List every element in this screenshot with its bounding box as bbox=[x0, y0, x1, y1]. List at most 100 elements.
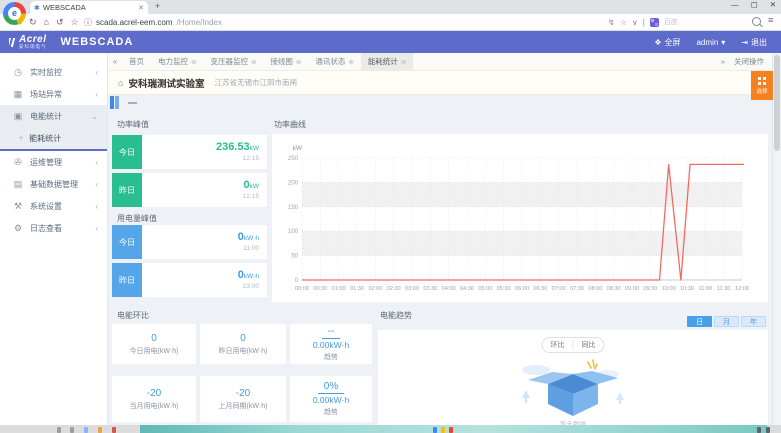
svg-text:02:00: 02:00 bbox=[368, 286, 382, 292]
sidebar-item-label: 实时监控 bbox=[30, 67, 62, 78]
browser-addressbar: ‹ › ↻ ⌂ ↺ ☆ ⓘ scada.acrel-eem.com/Home/I… bbox=[0, 14, 781, 31]
power-curve-chart: kW05010015020025000:0000:3001:0001:3002:… bbox=[272, 134, 768, 302]
url-field[interactable]: ⓘ scada.acrel-eem.com/Home/Index bbox=[84, 15, 222, 29]
tab-close-icon[interactable]: ⊗ bbox=[348, 58, 353, 66]
favorite-star-icon[interactable]: ☆ bbox=[620, 18, 627, 27]
range-button-年[interactable]: 年 bbox=[741, 316, 766, 327]
toggle-mom[interactable]: 环比 bbox=[543, 340, 573, 350]
energy-trend-title: 电能趋势 bbox=[380, 310, 412, 321]
tab-close-icon[interactable]: ⊗ bbox=[401, 58, 406, 66]
chevron-icon: ‹ bbox=[95, 202, 98, 211]
site-info-icon[interactable]: ⓘ bbox=[84, 17, 92, 28]
tab-close-icon[interactable]: ⊗ bbox=[191, 58, 196, 66]
fullscreen-button[interactable]: ❖ 全屏 bbox=[654, 37, 680, 48]
tab-wiring-diagram[interactable]: 接线图⊗ bbox=[263, 53, 308, 70]
tab-transformer-monitor[interactable]: 变压器监控⊗ bbox=[203, 53, 263, 70]
tab-communication-status[interactable]: 通讯状态⊗ bbox=[308, 53, 360, 70]
tab-power-monitor[interactable]: 电力监控⊗ bbox=[151, 53, 203, 70]
extension-icon[interactable] bbox=[650, 18, 659, 27]
tab-energy-consumption[interactable]: 能耗统计⊗ bbox=[361, 53, 413, 70]
tab-home[interactable]: 首页 bbox=[122, 53, 151, 70]
tabs-scroll-left-icon[interactable]: « bbox=[108, 53, 122, 70]
sidebar-item-station-abnormal[interactable]: ▦场站异常‹ bbox=[0, 83, 107, 105]
ratio-card-3: -20当月用电(kW·h) bbox=[112, 376, 196, 422]
ratio-label: 昨日用电(kW·h) bbox=[219, 346, 268, 356]
svg-text:03:00: 03:00 bbox=[405, 286, 419, 292]
svg-text:07:00: 07:00 bbox=[552, 286, 566, 292]
svg-text:0: 0 bbox=[295, 278, 299, 284]
browser-logo-icon[interactable]: e bbox=[3, 2, 26, 25]
close-operations-menu[interactable]: 关闭操作 bbox=[734, 56, 764, 67]
ratio-value: -20 bbox=[236, 388, 250, 399]
reload-icon[interactable]: ↻ bbox=[29, 17, 37, 28]
svg-text:100: 100 bbox=[288, 229, 299, 235]
page-scrollbar[interactable] bbox=[772, 53, 781, 425]
svg-text:kW: kW bbox=[293, 145, 303, 152]
url-path: /Home/Index bbox=[176, 18, 221, 27]
flash-plugin-icon[interactable]: ↯ bbox=[608, 18, 615, 27]
site-name: 安科瑞测试实验室 bbox=[128, 76, 204, 90]
user-menu[interactable]: admin ▾ bbox=[696, 38, 725, 47]
fullscreen-label: 全屏 bbox=[664, 37, 680, 48]
power-peak-card-today: 今日236.53kW12:15 bbox=[112, 135, 267, 169]
peak-unit: kW·h bbox=[244, 235, 259, 242]
browser-tab[interactable]: ✱ WEBSCADA ✕ bbox=[30, 1, 148, 14]
tab-label: 首页 bbox=[129, 56, 144, 67]
logo-subtext: 安科瑞电气 bbox=[19, 45, 47, 50]
screen: e ✱ WEBSCADA ✕ + — ▢ ✕ ‹ › ↻ ⌂ ↺ ☆ ⓘ sca… bbox=[0, 0, 781, 433]
sidebar-item-log-view[interactable]: ⚙日志查看‹ bbox=[0, 217, 107, 239]
browser-tabstrip: e ✱ WEBSCADA ✕ + — ▢ ✕ bbox=[0, 0, 781, 14]
window-maximize-button[interactable]: ▢ bbox=[751, 0, 758, 9]
fullscreen-icon: ❖ bbox=[654, 38, 661, 47]
breadcrumb: ⌂ 安科瑞测试实验室 江苏省无锡市江阴市南闸 bbox=[108, 71, 772, 95]
range-button-月[interactable]: 月 bbox=[714, 316, 739, 327]
sidebar-item-realtime-monitor[interactable]: ◷实时监控‹ bbox=[0, 61, 107, 83]
peak-unit: kW·h bbox=[244, 273, 259, 280]
range-button-日[interactable]: 日 bbox=[687, 316, 712, 327]
history-icon[interactable]: ↺ bbox=[56, 17, 64, 28]
toggle-yoy[interactable]: 同比 bbox=[573, 340, 604, 350]
tab-label: 接线图 bbox=[270, 56, 293, 67]
new-tab-button[interactable]: + bbox=[155, 1, 160, 11]
window-minimize-button[interactable]: — bbox=[731, 0, 739, 9]
peak-time: 12:15 bbox=[243, 193, 259, 200]
search-icon[interactable] bbox=[752, 17, 761, 26]
tabbar-spacer bbox=[413, 53, 721, 70]
menu-icon[interactable]: ≡ bbox=[768, 15, 773, 25]
home-icon[interactable]: ⌂ bbox=[44, 17, 49, 27]
building-icon: ⌂ bbox=[118, 78, 123, 88]
sidebar-item-basic-data-management[interactable]: ▤基础数据管理‹ bbox=[0, 173, 107, 195]
chevron-icon: ‹ bbox=[95, 180, 98, 189]
tab-close-icon[interactable]: ✕ bbox=[138, 4, 144, 12]
svg-text:200: 200 bbox=[288, 180, 299, 186]
chevron-icon: ‹ bbox=[95, 90, 98, 99]
card-body: 0kW12:15 bbox=[142, 173, 267, 207]
product-name: WEBSCADA bbox=[61, 36, 134, 48]
scrollbar-thumb[interactable] bbox=[774, 55, 780, 151]
user-caret-icon: ▾ bbox=[721, 38, 725, 47]
ratio-sub-value: 0.00kW·h bbox=[313, 341, 349, 350]
svg-text:05:30: 05:30 bbox=[497, 286, 511, 292]
tabs-scroll-right-icon[interactable]: » bbox=[721, 57, 725, 66]
sidebar-item-energy-statistics[interactable]: ▣电能统计⌄ bbox=[0, 105, 107, 127]
ratio-label: 趋势 bbox=[324, 352, 338, 362]
bookmark-star-icon[interactable]: ☆ bbox=[71, 17, 79, 28]
tab-close-icon[interactable]: ⊗ bbox=[296, 58, 301, 66]
empty-box-illustration bbox=[508, 356, 638, 423]
sidebar-subitem-energy-consumption-statistics[interactable]: +能耗统计 bbox=[0, 127, 107, 149]
period-tag: 今日 bbox=[112, 135, 142, 169]
tab-close-icon[interactable]: ⊗ bbox=[251, 58, 256, 66]
sidebar-item-label: 运维管理 bbox=[30, 157, 62, 168]
sidebar-item-system-settings[interactable]: ⚒系统设置‹ bbox=[0, 195, 107, 217]
system-settings-icon: ⚒ bbox=[13, 201, 23, 212]
svg-text:10:00: 10:00 bbox=[662, 286, 676, 292]
dropdown-caret-icon[interactable]: ∨ bbox=[632, 18, 638, 27]
logout-button[interactable]: ⇥ 退出 bbox=[741, 37, 767, 48]
divider: | bbox=[643, 18, 645, 27]
config-select-button[interactable]: 选择 bbox=[751, 71, 773, 100]
window-close-button[interactable]: ✕ bbox=[770, 0, 776, 9]
svg-text:09:00: 09:00 bbox=[625, 286, 639, 292]
sidebar-item-operation-management[interactable]: ✇运维管理‹ bbox=[0, 151, 107, 173]
ratio-card-0: 0今日用电(kW·h) bbox=[112, 324, 196, 364]
svg-text:05:00: 05:00 bbox=[478, 286, 492, 292]
